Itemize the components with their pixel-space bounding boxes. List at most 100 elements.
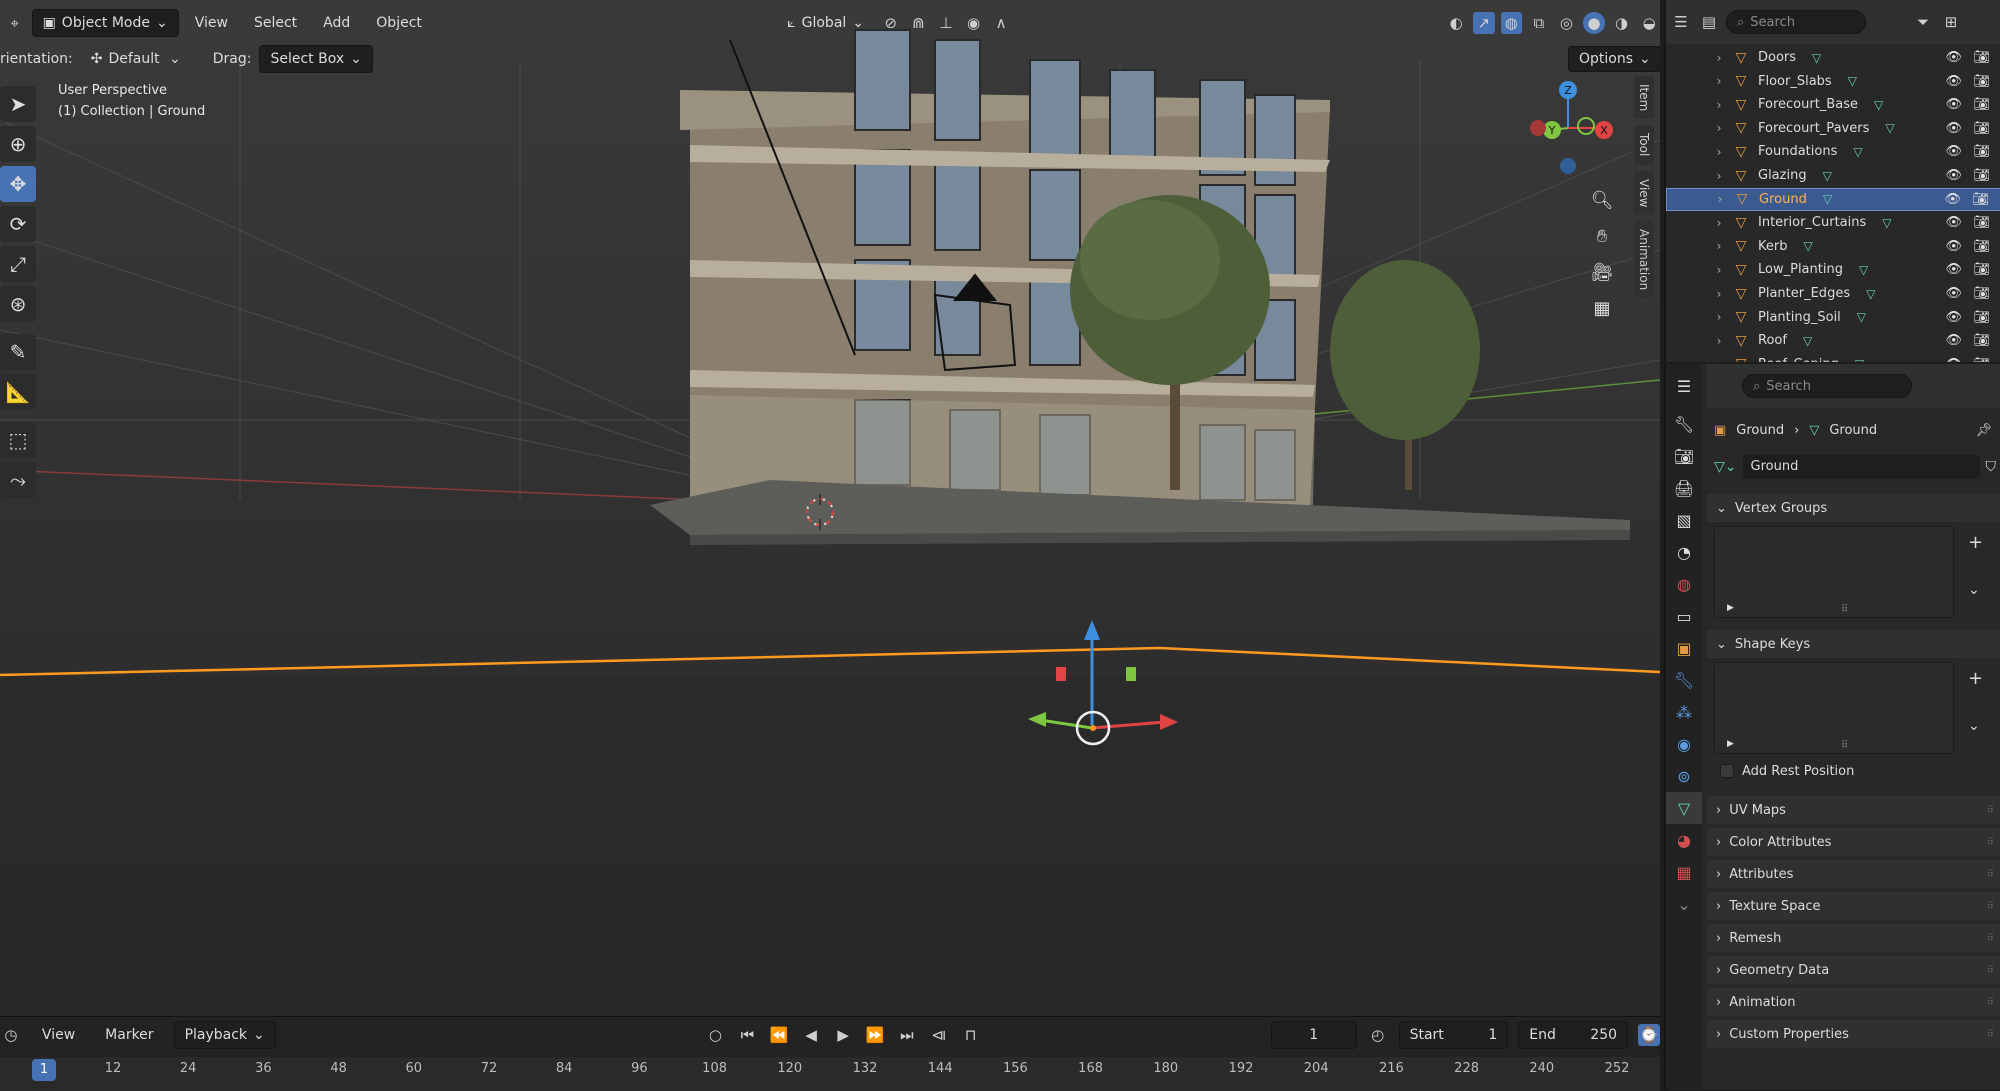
outliner-editor[interactable]: ☰ ▤ ⌕ Search ⏷ ⊞ › ▽ Doors ▽ 👁︎ 📷︎ › ▽ Floor_Sla… xyxy=(1664,0,2000,362)
eye-icon[interactable]: 👁︎ xyxy=(1945,262,1962,277)
collapsed-panel-header[interactable]: › UV Maps ⠿ xyxy=(1706,796,2000,824)
gizmo-toggle-icon[interactable]: ↗ xyxy=(1472,12,1495,34)
solid-shading-icon[interactable]: ● xyxy=(1583,12,1605,34)
eye-icon[interactable]: 👁︎ xyxy=(1945,97,1962,112)
collapsed-panel-header[interactable]: › Color Attributes ⠿ xyxy=(1706,828,2000,856)
annotate-tool[interactable]: ✎ xyxy=(0,334,36,370)
eye-icon[interactable]: 👁︎ xyxy=(1945,310,1962,325)
outliner-row[interactable]: › ▽ Planter_Edges ▽ 👁︎ 📷︎ xyxy=(1666,282,2000,305)
eye-icon[interactable]: 👁︎ xyxy=(1945,286,1962,301)
outliner-row[interactable]: › ▽ Interior_Curtains ▽ 👁︎ 📷︎ xyxy=(1666,211,2000,234)
menu-view[interactable]: View xyxy=(185,9,238,37)
ground-selection-outline[interactable] xyxy=(0,646,1660,677)
play-icon[interactable]: ▶ xyxy=(832,1024,854,1046)
mesh-data-icon[interactable]: ▽ xyxy=(1857,310,1866,324)
render-camera-icon[interactable]: 📷︎ xyxy=(1973,357,1990,362)
outliner-row[interactable]: › ▽ Ground ▽ 👁︎ 📷︎ xyxy=(1666,187,2000,211)
tab-animation[interactable]: Animation xyxy=(1634,221,1654,299)
render-camera-icon[interactable]: 📷︎ xyxy=(1973,262,1990,277)
outliner-row[interactable]: › ▽ Forecourt_Pavers ▽ 👁︎ 📷︎ xyxy=(1666,117,2000,140)
output-tab-icon[interactable]: 🖨︎ xyxy=(1666,472,1702,504)
chevron-right-icon[interactable]: › xyxy=(1708,310,1730,324)
grid-view-icon[interactable]: ▦ xyxy=(1586,292,1618,324)
render-camera-icon[interactable]: 📷︎ xyxy=(1973,50,1990,65)
render-tab-icon[interactable]: 📷︎ xyxy=(1666,440,1702,472)
chevron-right-icon[interactable]: › xyxy=(1708,98,1730,112)
shape-keys-list[interactable]: ▶ ⠿ xyxy=(1714,662,1954,754)
outliner-row[interactable]: › ▽ Glazing ▽ 👁︎ 📷︎ xyxy=(1666,164,2000,187)
outliner-row[interactable]: › ▽ Roof ▽ 👁︎ 📷︎ xyxy=(1666,329,2000,352)
world-tab-icon[interactable]: ◍ xyxy=(1666,568,1702,600)
transform-orientation-dropdown[interactable]: ⟀ Global ⌄ xyxy=(777,9,874,37)
mesh-data-icon[interactable]: ▽ xyxy=(1823,169,1832,183)
record-icon[interactable]: ○ xyxy=(704,1024,726,1046)
current-frame-field[interactable]: 1 xyxy=(1270,1021,1357,1049)
eye-icon[interactable]: 👁︎ xyxy=(1945,168,1962,183)
mesh-data-icon[interactable]: ▽ xyxy=(1866,287,1875,301)
particles-tab-icon[interactable]: ⁂ xyxy=(1666,696,1702,728)
play-reverse-icon[interactable]: ◀ xyxy=(800,1024,822,1046)
options-dropdown[interactable]: Options ⌄ xyxy=(1568,46,1660,72)
chevron-right-icon[interactable]: › xyxy=(1708,169,1730,183)
scene-canvas[interactable]: Z Y X xyxy=(0,0,1660,1016)
mesh-data-icon[interactable]: ▽ xyxy=(1803,239,1812,253)
navigation-gizmo[interactable]: Z Y X xyxy=(1530,81,1613,174)
drag-handle-icon[interactable]: ⠿ xyxy=(1987,965,1994,976)
time-display-icon[interactable]: ⌚ xyxy=(1638,1024,1660,1046)
next-keyframe-icon[interactable]: ⏩ xyxy=(864,1024,886,1046)
menu-object[interactable]: Object xyxy=(366,9,432,37)
render-camera-icon[interactable]: 📷︎ xyxy=(1973,74,1990,89)
eye-icon[interactable]: 👁︎ xyxy=(1945,144,1962,159)
collection-tab-icon[interactable]: ▭ xyxy=(1666,600,1702,632)
drag-handle-icon[interactable]: ⠿ xyxy=(1987,869,1994,880)
collapsed-panel-header[interactable]: › Attributes ⠿ xyxy=(1706,860,2000,888)
camera-view-icon[interactable]: 🎥︎ xyxy=(1586,256,1618,288)
scale-tool[interactable]: ⤢ xyxy=(0,246,36,282)
pin-icon[interactable]: 📌︎ xyxy=(1975,423,1992,438)
zoom-icon[interactable]: 🔍︎ xyxy=(1586,184,1618,216)
start-frame-field[interactable]: Start 1 xyxy=(1398,1021,1509,1049)
collapsed-panel-header[interactable]: › Remesh ⠿ xyxy=(1706,924,2000,952)
eye-icon[interactable]: 👁︎ xyxy=(1945,357,1962,362)
breadcrumb-object[interactable]: Ground xyxy=(1736,423,1784,438)
scene-tab-icon[interactable]: ◔ xyxy=(1666,536,1702,568)
expand-icon[interactable]: ▶ xyxy=(1727,739,1734,749)
outliner-editor-icon[interactable]: ☰ xyxy=(1670,11,1692,33)
drag-dropdown[interactable]: Select Box ⌄ xyxy=(259,45,373,73)
eye-icon[interactable]: 👁︎ xyxy=(1945,333,1962,348)
outliner-row[interactable]: › ▽ Floor_Slabs ▽ 👁︎ 📷︎ xyxy=(1666,70,2000,93)
shape-keys-panel-header[interactable]: ⌄ Shape Keys xyxy=(1706,630,2000,658)
data-tab-icon[interactable]: ▽ xyxy=(1666,792,1702,824)
playhead[interactable]: 1 xyxy=(32,1059,56,1081)
pivot-icon[interactable]: ⊘ xyxy=(880,12,902,34)
timeline-editor[interactable]: ◷ View Marker Playback ⌄ ○ ⏮ ⏪ ◀ ▶ ⏩ ⏭ ⧏… xyxy=(0,1016,1660,1091)
add-cube-tool[interactable]: ⬚ xyxy=(0,422,36,458)
add-rest-position-checkbox[interactable] xyxy=(1720,764,1734,778)
snap-target-icon[interactable]: ⊥ xyxy=(935,12,957,34)
constraints-tab-icon[interactable]: ⊚ xyxy=(1666,760,1702,792)
eye-icon[interactable]: 👁︎ xyxy=(1945,74,1962,89)
chevron-right-icon[interactable]: › xyxy=(1708,357,1730,362)
add-shape-key-icon[interactable]: + xyxy=(1968,668,1983,689)
resize-handle-icon[interactable]: ⠿ xyxy=(1841,740,1848,751)
collapsed-panel-header[interactable]: › Geometry Data ⠿ xyxy=(1706,956,2000,984)
eye-icon[interactable]: 👁︎ xyxy=(1945,215,1962,230)
outliner-row[interactable]: ›▽Roof_Coping▽👁︎📷︎ xyxy=(1666,353,2000,362)
autokey-icon[interactable]: ⊓ xyxy=(960,1024,982,1046)
xray-icon[interactable]: ⧉ xyxy=(1528,12,1550,34)
physics-tab-icon[interactable]: ◉ xyxy=(1666,728,1702,760)
eye-icon[interactable]: 👁︎ xyxy=(1945,121,1962,136)
display-mode-icon[interactable]: ▤ xyxy=(1698,11,1720,33)
move-tool[interactable]: ✥ xyxy=(0,166,36,202)
mode-dropdown[interactable]: ▣ Object Mode ⌄ xyxy=(31,9,179,37)
render-camera-icon[interactable]: 📷︎ xyxy=(1973,215,1990,230)
chevron-right-icon[interactable]: › xyxy=(1708,51,1730,65)
drag-handle-icon[interactable]: ⠿ xyxy=(1987,933,1994,944)
select-box-tool[interactable]: ➤ xyxy=(0,86,36,122)
timeline-menu-marker[interactable]: Marker xyxy=(95,1021,163,1049)
mesh-data-icon[interactable]: ▽ xyxy=(1874,98,1883,112)
chevron-right-icon[interactable]: › xyxy=(1709,192,1731,206)
chevron-right-icon[interactable]: › xyxy=(1708,287,1730,301)
frame-ruler[interactable]: 12 24 36 48 60 72 84 96 108 120 132 144 156 168 180 192… xyxy=(0,1057,1660,1091)
chevron-right-icon[interactable]: › xyxy=(1708,334,1730,348)
